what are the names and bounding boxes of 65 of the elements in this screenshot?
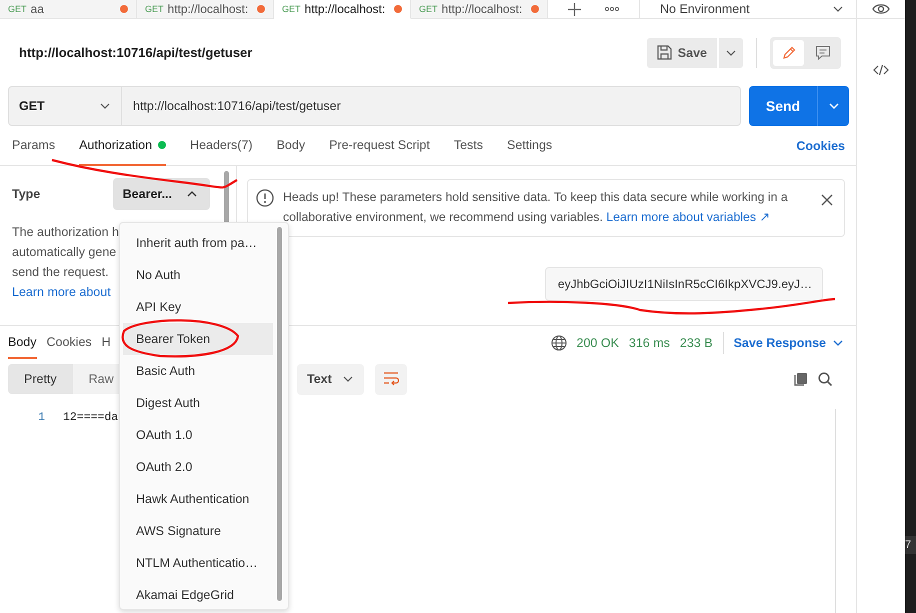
environment-dropdown[interactable]: No Environment (640, 0, 856, 18)
response-tab[interactable]: Body (8, 326, 36, 359)
menu-item[interactable]: OAuth 1.0 (123, 419, 273, 451)
request-tab[interactable]: GET http://localhost: (137, 0, 274, 19)
save-icon (656, 45, 672, 60)
menu-item[interactable]: Inherit auth from pa… (123, 227, 273, 259)
request-section-tab[interactable]: Tests (454, 126, 483, 166)
type-label: Type (12, 187, 40, 201)
menu-item[interactable]: OAuth 2.0 (123, 451, 273, 483)
token-field[interactable]: eyJhbGciOiJIUzI1NiIsInR5cCI6IkpXVCJ9.eyJ… (544, 267, 823, 301)
request-tab[interactable]: GET http://localhost: (411, 0, 548, 19)
close-icon[interactable] (821, 194, 833, 206)
learn-more-link[interactable]: Learn more about (12, 285, 111, 299)
request-section-tab[interactable]: Authorization (79, 126, 166, 166)
comment-icon (814, 44, 830, 60)
response-size: 233 B (680, 336, 713, 350)
info-icon (256, 189, 274, 207)
auth-type-dropdown[interactable]: Bearer... (112, 178, 210, 210)
code-icon[interactable] (873, 64, 889, 76)
wrap-lines-button[interactable] (375, 364, 407, 394)
request-section-tab[interactable]: Settings (507, 126, 552, 166)
method-dropdown[interactable]: GET (8, 86, 122, 126)
request-tab[interactable]: GET http://localhost: (274, 0, 411, 19)
eye-icon[interactable] (872, 3, 890, 15)
warning-text: Heads up! These parameters hold sensitive data. To keep this data secure while working in a collaborative environment, we recommend using variables. Learn more about variables ↗ (283, 189, 789, 226)
save-button[interactable]: Save (646, 38, 717, 68)
cookies-link[interactable]: Cookies (796, 138, 845, 152)
status-code: 200 OK (576, 336, 619, 350)
menu-item[interactable]: NTLM Authenticatio… (123, 547, 273, 579)
request-section-tab[interactable]: Params (12, 126, 56, 166)
learn-more-link[interactable]: Learn more about variables ↗ (606, 210, 770, 224)
code-text: 12====da (63, 411, 118, 424)
url-field[interactable]: http://localhost:10716/api/test/getuser (122, 86, 741, 126)
description-text: automatically gene (12, 244, 116, 261)
more-icon[interactable] (605, 7, 619, 11)
plus-icon[interactable] (568, 2, 581, 16)
scrollbar[interactable] (277, 227, 282, 601)
menu-item[interactable]: Bearer Token (123, 323, 273, 355)
line-number: 1 (37, 411, 45, 424)
request-section-tab[interactable]: Headers(7) (190, 126, 253, 166)
format-tab[interactable]: Pretty (8, 364, 73, 394)
send-button[interactable]: Send (749, 86, 817, 126)
request-section-tab[interactable]: Body (276, 126, 306, 166)
view-type-dropdown[interactable]: Text (297, 364, 364, 394)
request-section-tab[interactable]: Pre-request Script (329, 126, 430, 166)
menu-item[interactable]: Hawk Authentication (123, 483, 273, 515)
globe-icon (550, 334, 567, 350)
response-tab[interactable]: Cookies (46, 326, 92, 359)
response-time: 316 ms (628, 336, 670, 350)
menu-item[interactable]: AWS Signature (123, 515, 273, 547)
menu-item[interactable]: API Key (123, 291, 273, 323)
wrap-icon (383, 371, 399, 387)
response-tab[interactable]: H (102, 326, 111, 359)
side-text: 7 (905, 536, 916, 554)
edit-button[interactable] (773, 40, 804, 66)
search-icon[interactable] (818, 372, 832, 386)
description-text: send the request. (12, 264, 109, 281)
request-tab[interactable]: GET aa (0, 0, 137, 19)
menu-item[interactable]: Akamai EdgeGrid (123, 579, 273, 611)
description-text: The authorization h (12, 224, 120, 241)
menu-item[interactable]: No Auth (123, 259, 273, 291)
request-title: http://localhost:10716/api/test/getuser (19, 45, 252, 60)
copy-icon[interactable] (793, 372, 808, 386)
pencil-icon (780, 44, 796, 60)
save-response-button[interactable]: Save Response (734, 336, 844, 350)
